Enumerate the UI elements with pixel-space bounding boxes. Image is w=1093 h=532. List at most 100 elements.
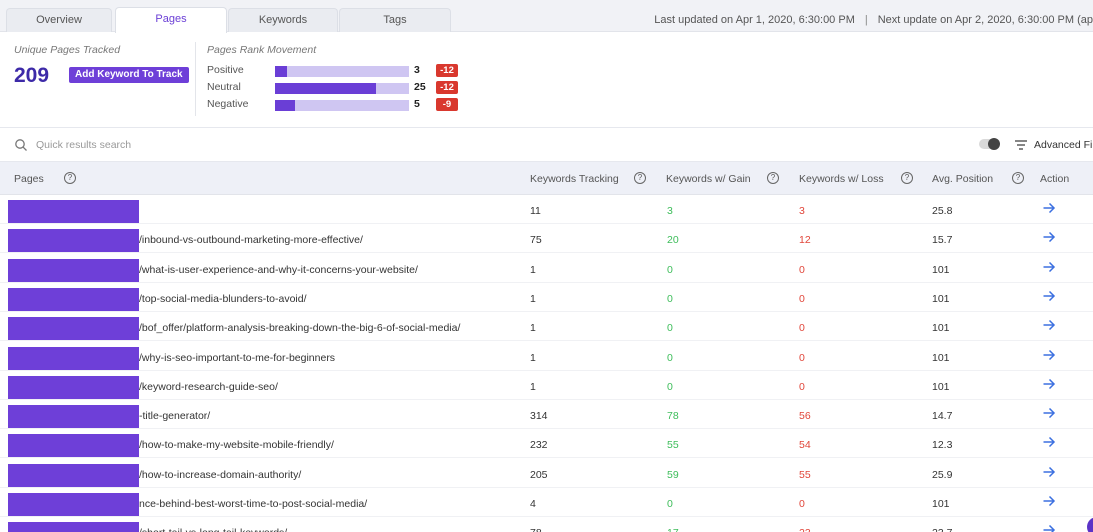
keywords-tracking-value: 1 <box>530 351 536 364</box>
table-row[interactable]: /inbound-vs-outbound-marketing-more-effe… <box>0 224 1093 254</box>
arrow-right-icon[interactable] <box>1042 348 1056 362</box>
search-input[interactable] <box>36 137 436 153</box>
table-row[interactable]: -title-generator/314 78 56 14.7 <box>0 400 1093 430</box>
arrow-right-icon[interactable] <box>1042 494 1056 508</box>
summary-panel: Unique Pages Tracked 209 Add Keyword To … <box>0 32 1093 128</box>
table-row[interactable]: /why-is-seo-important-to-me-for-beginner… <box>0 342 1093 371</box>
page-path[interactable]: /how-to-increase-domain-authority/ <box>139 469 301 481</box>
movement-bar-fill <box>275 83 376 94</box>
help-icon[interactable]: ? <box>1012 172 1024 184</box>
keywords-gain-value: 59 <box>667 468 679 481</box>
page-redacted-block <box>8 317 139 341</box>
avg-position-value: 101 <box>932 380 950 393</box>
next-update-text: Next update on Apr 2, 2020, 6:30:00 PM (… <box>877 14 1093 26</box>
keywords-tracking-value: 11 <box>530 205 541 217</box>
keywords-tracking-value: 1 <box>530 263 536 276</box>
movement-bar-fill <box>275 66 288 77</box>
tab-keywords[interactable]: Keywords <box>228 8 338 32</box>
column-header-position[interactable]: Avg. Position <box>932 173 993 185</box>
page-path[interactable]: -title-generator/ <box>139 410 210 422</box>
page-path[interactable]: /short-tail-vs-long-tail-keywords/ <box>139 527 287 532</box>
keywords-loss-value: 0 <box>799 380 805 393</box>
page-redacted-block <box>8 375 139 399</box>
keywords-gain-value: 55 <box>667 439 679 452</box>
view-toggle[interactable] <box>979 138 1000 150</box>
movement-change-badge: -12 <box>436 81 458 94</box>
page-path[interactable]: /how-to-make-my-website-mobile-friendly/ <box>139 439 334 451</box>
movement-count: 5 <box>414 98 420 110</box>
keywords-loss-value: 0 <box>799 351 805 364</box>
table-row[interactable]: /what-is-user-experience-and-why-it-conc… <box>0 254 1093 283</box>
arrow-right-icon[interactable] <box>1042 230 1056 244</box>
avg-position-value: 15.7 <box>932 234 953 247</box>
keywords-tracking-value: 1 <box>530 322 536 335</box>
table-row[interactable]: /short-tail-vs-long-tail-keywords/78 17 23… <box>0 517 1093 532</box>
page-path[interactable]: /bof_offer/platform-analysis-breaking-do… <box>139 322 460 334</box>
movement-bar <box>275 100 409 111</box>
page-redacted-block <box>8 229 139 253</box>
help-icon[interactable]: ? <box>64 172 76 184</box>
page-redacted-block <box>8 258 139 282</box>
add-keyword-button[interactable]: Add Keyword To Track <box>69 67 189 83</box>
movement-label: Negative <box>207 98 249 110</box>
page-path[interactable]: /why-is-seo-important-to-me-for-beginner… <box>139 352 335 364</box>
arrow-right-icon[interactable] <box>1042 406 1056 420</box>
keywords-tracking-value: 314 <box>530 410 548 423</box>
help-icon[interactable]: ? <box>901 172 913 184</box>
movement-bar <box>275 83 409 94</box>
arrow-right-icon[interactable] <box>1042 201 1056 215</box>
advanced-filter-button[interactable]: Advanced Filt <box>1034 139 1093 151</box>
column-header-loss[interactable]: Keywords w/ Loss <box>799 173 884 185</box>
arrow-right-icon[interactable] <box>1042 523 1056 532</box>
page-redacted-block <box>8 493 139 516</box>
arrow-right-icon[interactable] <box>1042 289 1056 303</box>
table-row[interactable]: nce-behind-best-worst-time-to-post-socia… <box>0 488 1093 517</box>
keywords-loss-value: 0 <box>799 292 805 305</box>
column-header-pages[interactable]: Pages <box>14 173 44 185</box>
table-row[interactable]: /bof_offer/platform-analysis-breaking-do… <box>0 312 1093 342</box>
avg-position-value: 23.7 <box>932 527 952 532</box>
toggle-knob <box>988 138 1000 150</box>
tab-pages[interactable]: Pages <box>115 7 227 33</box>
page-path[interactable]: /top-social-media-blunders-to-avoid/ <box>139 293 307 305</box>
column-header-action: Action <box>1040 173 1070 185</box>
tab-tags[interactable]: Tags <box>339 8 451 32</box>
page-path[interactable]: /what-is-user-experience-and-why-it-conc… <box>139 264 418 276</box>
column-header-gain[interactable]: Keywords w/ Gain <box>666 173 751 185</box>
keywords-loss-value: 0 <box>799 263 805 276</box>
keywords-loss-value: 3 <box>799 205 805 217</box>
update-separator: | <box>864 14 868 26</box>
filter-icon[interactable] <box>1015 140 1027 150</box>
table-row[interactable]: /how-to-increase-domain-authority/205 59 5… <box>0 459 1093 488</box>
arrow-right-icon[interactable] <box>1042 377 1056 391</box>
table-row[interactable]: /how-to-make-my-website-mobile-friendly/… <box>0 429 1093 459</box>
page-redacted-block <box>8 405 139 429</box>
avg-position-value: 101 <box>932 322 950 335</box>
arrow-right-icon[interactable] <box>1042 318 1056 332</box>
avg-position-value: 101 <box>932 292 950 305</box>
table-row[interactable]: 11 3 3 25.8 <box>0 195 1093 224</box>
page-redacted-block <box>8 346 139 370</box>
keywords-gain-value: 0 <box>667 292 673 305</box>
page-path[interactable]: /inbound-vs-outbound-marketing-more-effe… <box>139 234 363 246</box>
help-icon[interactable]: ? <box>767 172 779 184</box>
arrow-right-icon[interactable] <box>1042 435 1056 449</box>
table-header: Pages ? Keywords Tracking ? Keywords w/ … <box>0 162 1093 195</box>
keywords-tracking-value: 232 <box>530 439 548 452</box>
page-path[interactable]: nce-behind-best-worst-time-to-post-socia… <box>139 498 367 510</box>
table-row[interactable]: /keyword-research-guide-seo/1 0 0 101 <box>0 371 1093 400</box>
keywords-tracking-value: 1 <box>530 292 536 305</box>
arrow-right-icon[interactable] <box>1042 260 1056 274</box>
keywords-loss-value: 12 <box>799 234 811 247</box>
page-path[interactable]: /keyword-research-guide-seo/ <box>139 381 278 393</box>
help-icon[interactable]: ? <box>634 172 646 184</box>
table-row[interactable]: /top-social-media-blunders-to-avoid/1 0 0 1… <box>0 283 1093 312</box>
movement-label: Neutral <box>207 81 241 93</box>
page-redacted-block <box>8 287 139 311</box>
column-header-tracking[interactable]: Keywords Tracking <box>530 173 619 185</box>
arrow-right-icon[interactable] <box>1042 465 1056 479</box>
page-redacted-block <box>8 200 139 223</box>
keywords-tracking-value: 4 <box>530 498 536 510</box>
keywords-gain-value: 0 <box>667 498 673 510</box>
tab-overview[interactable]: Overview <box>6 8 112 32</box>
